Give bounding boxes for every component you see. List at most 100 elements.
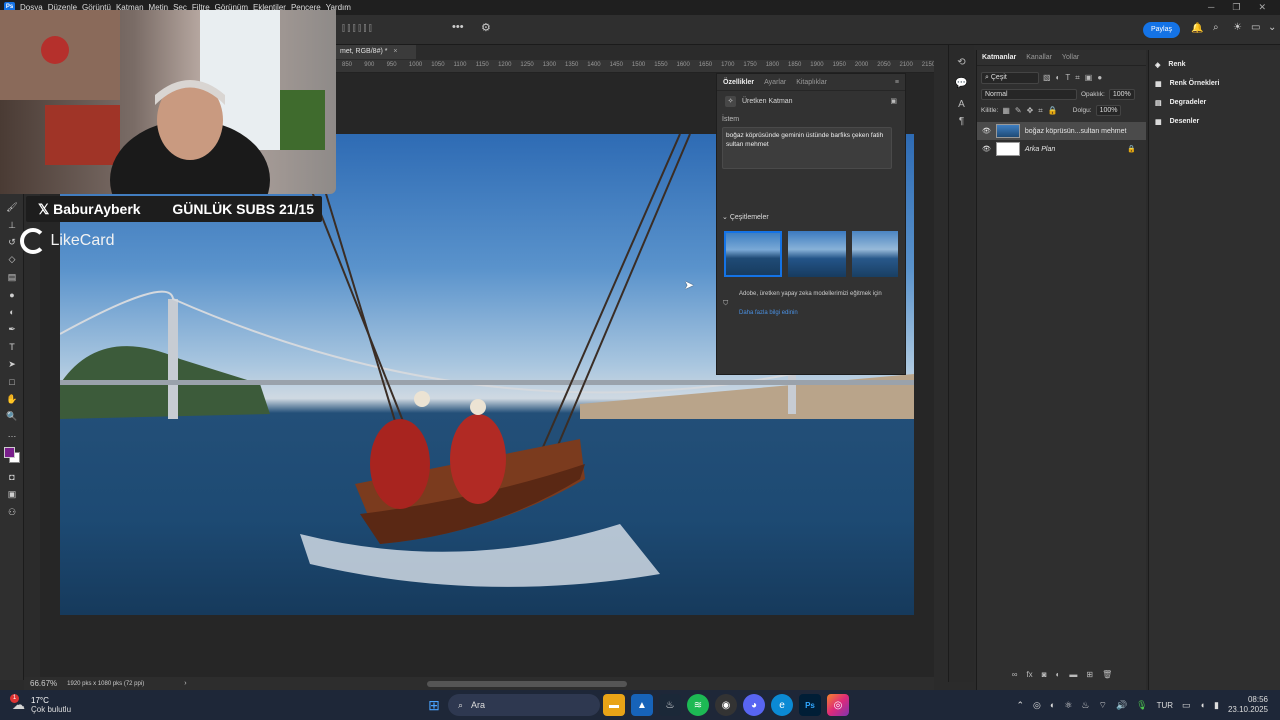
gear-icon[interactable]: ⚙: [481, 21, 491, 34]
spotify-icon[interactable]: ≋: [687, 694, 709, 716]
weather-widget[interactable]: ☁ 1 17°C Çok bulutlu: [0, 694, 200, 714]
align-icons[interactable]: ⫿ ⫿ ⫿ ⫿ ⫿ ⫿: [342, 23, 372, 34]
panel-patterns[interactable]: ▦ Desenler: [1149, 112, 1280, 131]
minimize-icon[interactable]: ─: [1208, 2, 1214, 13]
layer-filter-icons[interactable]: ▧◐T⌗▣●: [1043, 73, 1107, 83]
prompt-textarea[interactable]: boğaz köprüsünde geminin üstünde barfiks…: [722, 127, 892, 169]
history-panel-icon[interactable]: ⟲: [949, 57, 974, 68]
brush-tool-icon[interactable]: 🖌: [0, 199, 24, 216]
variation-thumbnail[interactable]: [788, 231, 846, 277]
trash-icon[interactable]: 🗑: [1102, 670, 1112, 679]
edge-browser-icon[interactable]: e: [771, 694, 793, 716]
type-tool-icon[interactable]: T: [0, 338, 24, 355]
share-button[interactable]: Paylaş: [1143, 22, 1180, 38]
ruler-tick-label: 2100: [899, 62, 913, 68]
bell-icon[interactable]: 🔔: [1191, 23, 1203, 34]
horizontal-scrollbar[interactable]: [426, 680, 627, 687]
prompt-label: İstem: [722, 116, 740, 123]
status-arrow-icon[interactable]: ›: [184, 680, 186, 687]
opacity-field[interactable]: 100%: [1108, 89, 1135, 100]
blur-tool-icon[interactable]: ●: [0, 286, 24, 303]
visibility-eye-icon[interactable]: 👁: [982, 145, 991, 153]
volume-icon[interactable]: 🔊: [1116, 700, 1127, 711]
new-layer-icon[interactable]: ⊞: [1086, 670, 1093, 679]
tray-app-icon[interactable]: ◎: [1033, 700, 1041, 711]
path-select-icon[interactable]: ➤: [0, 356, 24, 373]
panel-menu-icon[interactable]: ≡: [895, 79, 899, 86]
link-icon[interactable]: ∞: [1012, 670, 1018, 679]
restore-icon[interactable]: ❐: [1232, 2, 1240, 13]
pen-tool-icon[interactable]: ✒: [0, 321, 24, 338]
lightbulb-icon[interactable]: ☀: [1233, 22, 1242, 33]
steam-icon[interactable]: ♨: [659, 694, 681, 716]
tab-properties[interactable]: Özellikler: [723, 79, 754, 86]
layer-row-generative[interactable]: 👁 boğaz köprüsün...sultan mehmet: [977, 122, 1146, 140]
document-tab[interactable]: met, RGB/8#) * ×: [336, 45, 416, 59]
foreground-color-swatch[interactable]: [4, 446, 15, 458]
tray-app-icon[interactable]: ◐: [1050, 700, 1055, 710]
fx-icon[interactable]: fx: [1026, 670, 1032, 679]
quick-mask-icon[interactable]: ◘: [0, 469, 24, 486]
speaker-icon[interactable]: ◖: [1200, 700, 1205, 710]
tab-libraries[interactable]: Kitaplıklar: [796, 79, 827, 86]
paragraph-panel-icon[interactable]: ¶: [949, 116, 974, 127]
tab-layers[interactable]: Katmanlar: [982, 54, 1016, 61]
tab-paths[interactable]: Yollar: [1062, 54, 1079, 61]
instagram-icon[interactable]: ◎: [827, 694, 849, 716]
mask-icon[interactable]: ◙: [1042, 670, 1047, 679]
taskbar-search[interactable]: ⌕ Ara: [448, 694, 600, 716]
hand-tool-icon[interactable]: ✋: [0, 390, 24, 407]
panel-gradients[interactable]: ▤ Degradeler: [1149, 93, 1280, 112]
tray-app-icon[interactable]: ⚛: [1064, 700, 1072, 711]
lock-icons[interactable]: ▦✎✥⌗🔒: [1002, 106, 1062, 116]
zoom-level[interactable]: 66.67%: [30, 679, 57, 688]
wifi-icon[interactable]: ⌔: [1098, 700, 1106, 711]
tab-adjustments[interactable]: Ayarlar: [764, 79, 786, 86]
file-explorer-icon[interactable]: ▬: [603, 694, 625, 716]
color-swatches[interactable]: [0, 443, 24, 469]
chevron-down-icon[interactable]: ⌄: [1268, 22, 1276, 33]
adjustment-icon[interactable]: ◐: [1056, 670, 1061, 679]
layer-kind-select[interactable]: ⌕ Çeşit: [981, 72, 1039, 84]
collapsed-panels: ⟲ 💬 A ¶: [948, 45, 974, 682]
discord-icon[interactable]: ◕: [743, 694, 765, 716]
variations-header[interactable]: ⌄ Çeşitlemeler: [717, 169, 905, 221]
character-panel-icon[interactable]: A: [949, 99, 974, 110]
rectangle-tool-icon[interactable]: □: [0, 373, 24, 390]
battery-icon[interactable]: ▮: [1214, 700, 1219, 711]
tray-chevron-up-icon[interactable]: ⌃: [1016, 700, 1024, 711]
variation-thumbnail[interactable]: [852, 231, 898, 277]
workspace-icon[interactable]: ▭: [1251, 22, 1260, 33]
language-indicator[interactable]: TUR: [1157, 701, 1173, 710]
search-icon[interactable]: ⌕: [1213, 22, 1219, 33]
folder-icon[interactable]: ▬: [1069, 670, 1077, 679]
microphone-icon[interactable]: 🎙: [1136, 700, 1147, 711]
learn-more-link[interactable]: Daha fazla bilgi edinin: [717, 308, 905, 316]
blend-mode-select[interactable]: Normal: [981, 89, 1077, 100]
comments-panel-icon[interactable]: 💬: [949, 78, 974, 89]
visibility-eye-icon[interactable]: 👁: [982, 127, 991, 135]
windows-start-icon[interactable]: ⊞: [423, 694, 445, 716]
close-icon[interactable]: ✕: [1258, 2, 1266, 13]
gradient-icon[interactable]: ▤: [0, 269, 24, 286]
dodge-tool-icon[interactable]: ◐: [0, 303, 24, 320]
obs-icon[interactable]: ◉: [715, 694, 737, 716]
photoshop-taskbar-icon[interactable]: Ps: [799, 694, 821, 716]
panel-swatches[interactable]: ▦ Renk Örnekleri: [1149, 74, 1280, 93]
fill-field[interactable]: 100%: [1095, 105, 1122, 116]
panel-color[interactable]: ◈ Renk: [1149, 55, 1280, 74]
tab-channels[interactable]: Kanallar: [1026, 54, 1052, 61]
screen-mode-icon[interactable]: ▣: [0, 486, 24, 503]
photos-app-icon[interactable]: ▲: [631, 694, 653, 716]
network-icon[interactable]: ▭: [1182, 700, 1191, 711]
more-options-icon[interactable]: •••: [452, 21, 464, 33]
tray-steam-icon[interactable]: ♨: [1081, 700, 1089, 711]
layer-options-icon[interactable]: ▣: [890, 97, 897, 105]
more-tools-icon[interactable]: …: [0, 425, 24, 442]
clock[interactable]: 08:56 23.10.2025: [1228, 695, 1268, 715]
layer-row-background[interactable]: 👁 Arka Plan 🔒: [977, 140, 1146, 158]
variation-thumbnail[interactable]: [724, 231, 782, 277]
zoom-tool-icon[interactable]: 🔍: [0, 408, 24, 425]
tab-close-icon[interactable]: ×: [393, 48, 397, 55]
generative-icon[interactable]: ⚇: [0, 503, 24, 520]
